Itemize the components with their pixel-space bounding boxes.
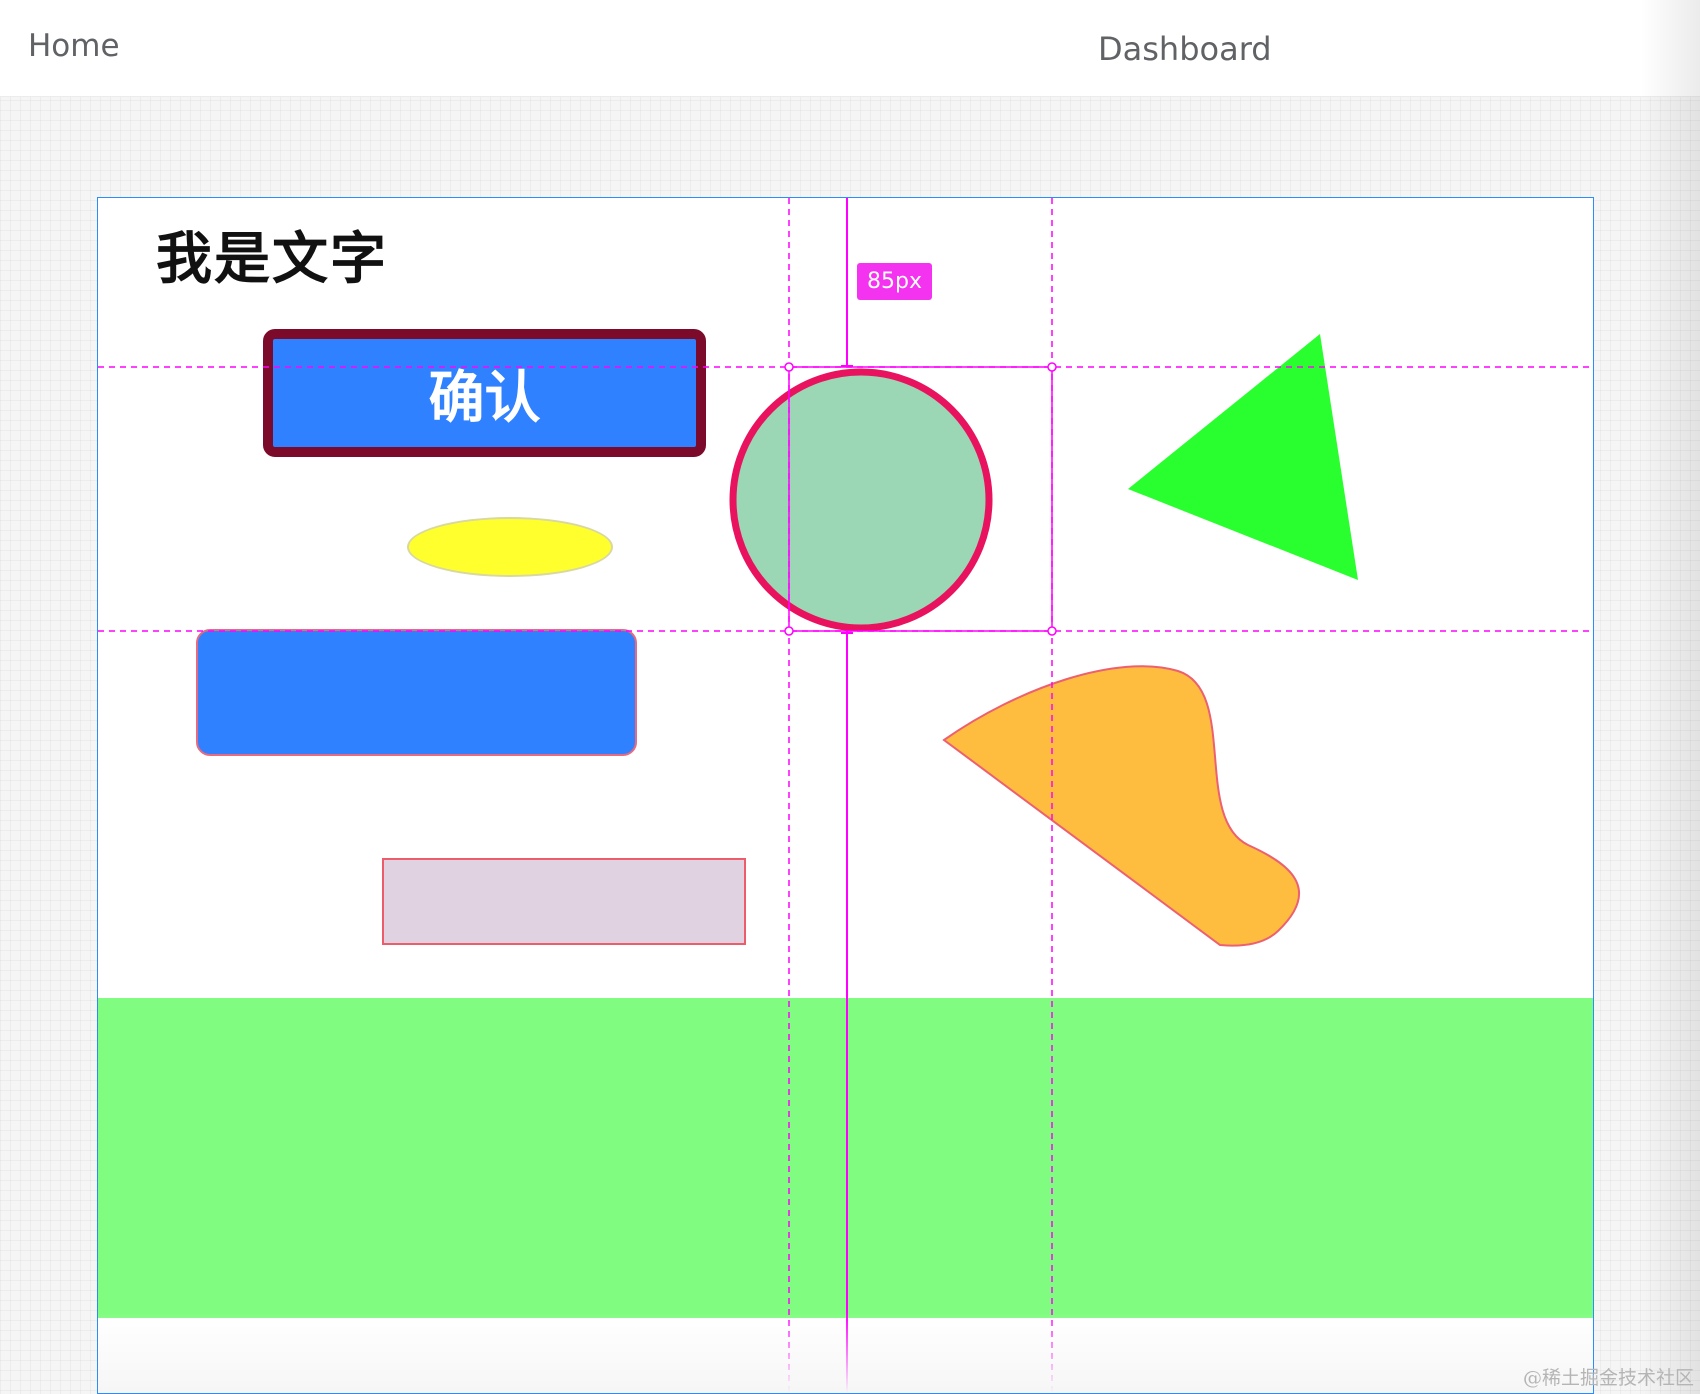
distance-measure-label: 85px [857,263,932,300]
watermark-text: @稀土掘金技术社区 [1522,1367,1694,1389]
top-navigation-bar: Home Dashboard [0,0,1700,97]
canvas-shapes-layer [729,334,1358,947]
canvas-bottom-fade [98,1313,1593,1393]
nav-home-link[interactable]: Home [28,28,120,64]
canvas-blob-shape[interactable] [942,665,1301,947]
right-edge-shadow [1640,0,1700,1394]
nav-dashboard-link[interactable]: Dashboard [1098,30,1272,68]
canvas-triangle-shape[interactable] [1128,334,1358,580]
canvas-circle-shape[interactable] [729,368,993,632]
design-canvas[interactable]: 我是文字 确认 85px [97,197,1594,1394]
